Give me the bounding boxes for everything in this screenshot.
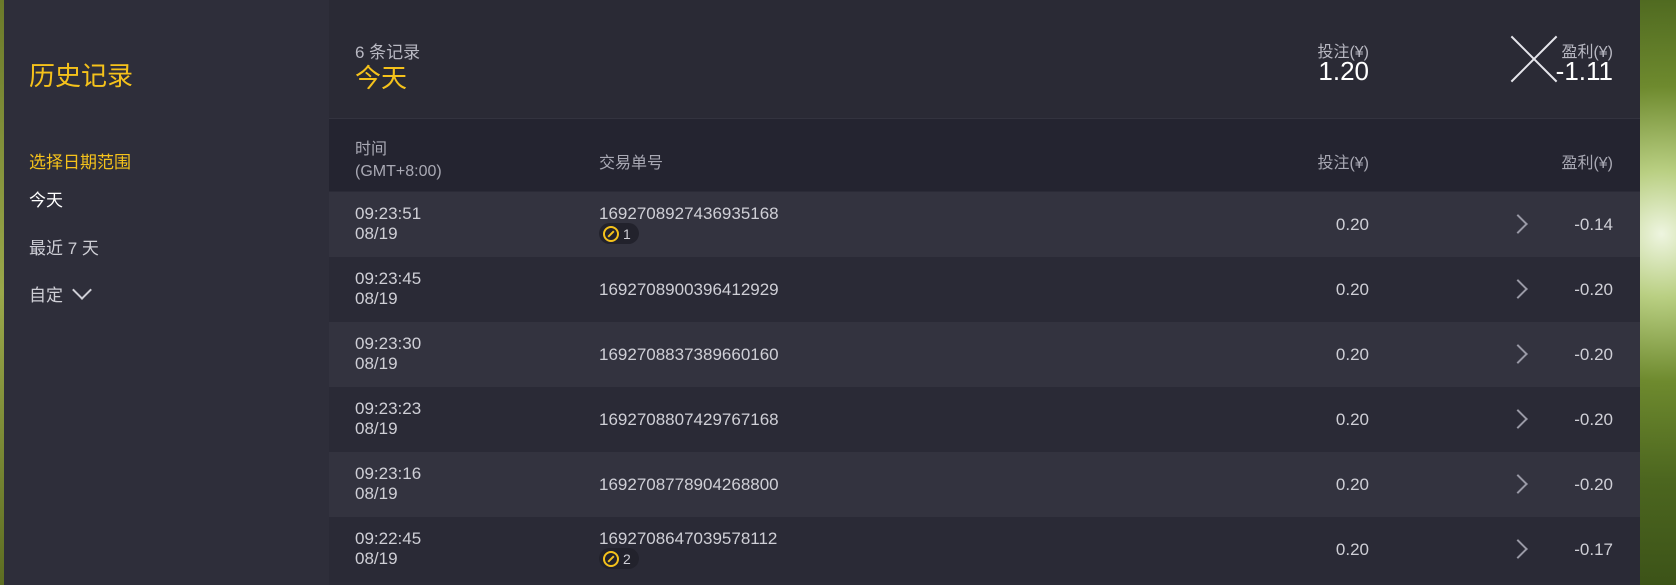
row-time: 09:23:16 08/19 xyxy=(355,464,422,503)
header-stake: 投注(¥) xyxy=(1317,155,1369,172)
sidebar: 历史记录 选择日期范围 今天 最近 7 天 自定 xyxy=(4,0,329,585)
row-order-id: 1692708927436935168 xyxy=(599,204,779,223)
table-row[interactable]: 09:23:16 08/19 1692708778904268800 0.20 -… xyxy=(329,452,1640,517)
row-time: 09:23:23 08/19 xyxy=(355,399,422,438)
chevron-down-icon[interactable] xyxy=(72,280,92,300)
coin-icon xyxy=(603,550,619,567)
row-order-id: 1692708647039578112 xyxy=(599,529,778,548)
row-order-id: 1692708837389660160 xyxy=(599,345,779,364)
row-stake: 0.20 xyxy=(1335,540,1369,559)
row-stake: 0.20 xyxy=(1335,410,1369,429)
sidebar-item-label: 最近 7 天 xyxy=(29,239,99,258)
row-badge: 1 xyxy=(599,223,639,244)
total-stake-value: 1.20 xyxy=(1318,56,1369,86)
row-stake: 0.20 xyxy=(1335,475,1369,494)
row-order-id: 1692708807429767168 xyxy=(599,410,779,429)
date-range-label: 选择日期范围 xyxy=(29,153,131,172)
sidebar-item-label: 今天 xyxy=(29,191,63,210)
row-profit: -0.20 xyxy=(1574,410,1613,429)
header-timezone: (GMT+8:00) xyxy=(355,163,442,180)
row-profit: -0.14 xyxy=(1574,215,1613,234)
table-row[interactable]: 09:23:51 08/19 1692708927436935168 1 0.20… xyxy=(329,192,1640,257)
row-time: 09:23:51 08/19 xyxy=(355,204,422,243)
history-panel: 6 条记录 今天 投注(¥) 1.20 盈利(¥) -1.11 时间 (GMT+… xyxy=(329,0,1640,585)
row-profit: -0.20 xyxy=(1574,345,1613,364)
background-right-edge xyxy=(1640,0,1676,585)
sidebar-item-custom[interactable]: 自定 xyxy=(29,280,92,306)
table-header: 时间 (GMT+8:00) 交易单号 投注(¥) 盈利(¥) xyxy=(329,119,1640,191)
table-row[interactable]: 09:23:45 08/19 1692708900396412929 0.20 -… xyxy=(329,257,1640,322)
sidebar-item-today[interactable]: 今天 xyxy=(29,186,63,211)
table-row[interactable]: 09:23:30 08/19 1692708837389660160 0.20 -… xyxy=(329,322,1640,387)
row-time: 09:23:30 08/19 xyxy=(355,334,422,373)
row-stake: 0.20 xyxy=(1335,280,1369,299)
table-row[interactable]: 09:22:45 08/19 1692708647039578112 2 0.20… xyxy=(329,517,1640,582)
sidebar-item-last-7-days[interactable]: 最近 7 天 xyxy=(29,234,99,259)
row-order-id: 1692708900396412929 xyxy=(599,280,779,299)
row-badge: 2 xyxy=(599,548,639,569)
row-profit: -0.20 xyxy=(1574,280,1613,299)
table-row[interactable]: 09:23:23 08/19 1692708807429767168 0.20 -… xyxy=(329,387,1640,452)
row-order-id: 1692708778904268800 xyxy=(599,475,779,494)
close-icon[interactable] xyxy=(1511,36,1557,82)
row-stake: 0.20 xyxy=(1335,215,1369,234)
sidebar-item-label: 自定 xyxy=(29,286,63,305)
summary-header: 6 条记录 今天 投注(¥) 1.20 盈利(¥) -1.11 xyxy=(329,0,1640,119)
row-profit: -0.20 xyxy=(1574,475,1613,494)
row-time: 09:23:45 08/19 xyxy=(355,269,422,308)
header-profit: 盈利(¥) xyxy=(1561,155,1613,172)
coin-icon xyxy=(603,225,619,242)
header-time: 时间 xyxy=(355,141,388,158)
row-stake: 0.20 xyxy=(1335,345,1369,364)
sidebar-title: 历史记录 xyxy=(29,61,134,91)
period-title: 今天 xyxy=(355,63,408,93)
table-body: 09:23:51 08/19 1692708927436935168 1 0.20… xyxy=(329,192,1640,582)
row-time: 09:22:45 08/19 xyxy=(355,529,422,568)
row-profit: -0.17 xyxy=(1574,540,1613,559)
header-order-id: 交易单号 xyxy=(599,155,664,172)
